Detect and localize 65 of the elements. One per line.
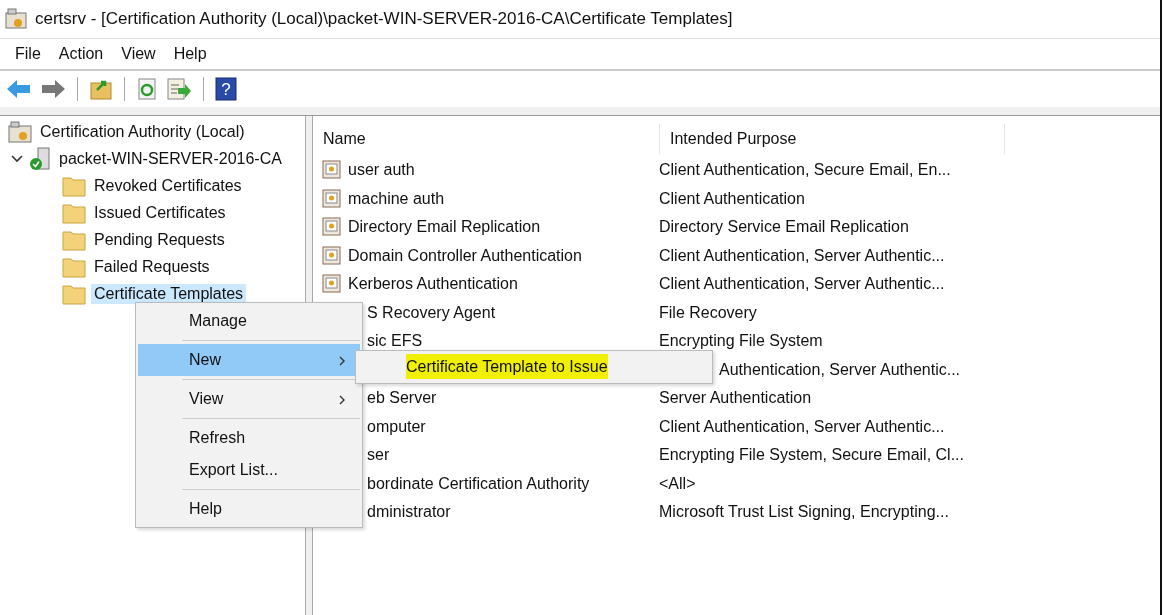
menu-item[interactable]: Manage [138, 305, 360, 337]
chevron-icon[interactable] [10, 153, 24, 164]
table-cell: Encrypting File System [659, 332, 823, 351]
table-cell: Client Authentication, Server Authentic... [659, 246, 945, 265]
table-cell: bordinate Certification Authority [367, 474, 590, 493]
table-cell: Authentication, Server Authentic... [719, 360, 961, 379]
table-cell: Microsoft Trust List Signing, Encrypting... [659, 503, 949, 522]
back-arrow-icon[interactable] [6, 78, 32, 100]
table-cell: Directory Email Replication [348, 218, 541, 237]
server-icon [29, 146, 51, 171]
table-cell: Client Authentication, Server Authentic... [659, 275, 945, 294]
table-cell: user auth [348, 161, 415, 180]
tree-item[interactable]: Pending Requests [91, 229, 228, 250]
table-cell: Client Authentication, Secure Email, En... [659, 161, 951, 180]
table-cell: Domain Controller Authentication [348, 246, 582, 265]
table-cell: dministrator [367, 503, 451, 522]
folder-icon [62, 228, 86, 251]
certificate-authority-icon [8, 120, 32, 143]
column-header[interactable]: Name [313, 124, 660, 154]
table-cell: Client Authentication [659, 189, 805, 208]
table-cell: File Recovery [659, 303, 757, 322]
folder-icon [62, 174, 86, 197]
tree-item[interactable]: Issued Certificates [91, 202, 229, 223]
column-header[interactable]: Intended Purpose [660, 124, 1005, 154]
forward-arrow-icon[interactable] [40, 78, 66, 100]
tree-item[interactable]: Revoked Certificates [91, 175, 245, 196]
table-cell: S Recovery Agent [367, 303, 496, 322]
tree-item[interactable]: packet-WIN-SERVER-2016-CA [56, 148, 285, 169]
template-icon [322, 274, 342, 295]
template-icon [322, 188, 342, 209]
folder-icon[interactable] [89, 78, 113, 100]
menu-item[interactable]: View [112, 45, 165, 63]
table-cell: Directory Service Email Replication [659, 218, 909, 237]
export-list-icon[interactable] [166, 78, 192, 100]
tree-item[interactable]: Failed Requests [91, 256, 213, 277]
menu-item[interactable]: Refresh [138, 422, 360, 454]
template-icon [322, 245, 342, 266]
refresh-icon[interactable] [136, 78, 158, 100]
template-icon [322, 160, 342, 181]
tree-item[interactable]: Certification Authority (Local) [37, 121, 248, 142]
table-cell: Kerberos Authentication [348, 275, 518, 294]
menu-item[interactable]: Help [164, 45, 216, 63]
menu-item[interactable]: File [6, 45, 50, 63]
folder-icon [62, 282, 86, 305]
table-cell: ser [367, 446, 390, 465]
menu-item[interactable]: Action [49, 45, 113, 63]
menu-item[interactable]: Help [138, 493, 360, 525]
help-icon[interactable]: ? [215, 77, 237, 101]
table-cell: Client Authentication, Server Authentic... [659, 417, 945, 436]
table-cell: Encrypting File System, Secure Email, Cl... [659, 446, 964, 465]
table-cell: Server Authentication [659, 389, 812, 408]
table-cell: omputer [367, 417, 426, 436]
certificate-icon [5, 8, 27, 30]
table-cell: <All> [659, 474, 696, 493]
tree-item[interactable]: Certificate Templates [91, 283, 247, 304]
menu-item[interactable]: View [138, 383, 360, 415]
table-cell: sic EFS [367, 332, 423, 351]
menu-item[interactable]: New [138, 344, 360, 376]
window-title: certsrv - [Certification Authority (Local)\packet-WIN-SERVER-2016-CA\Certificate Templates] [35, 9, 733, 29]
table-cell: eb Server [367, 389, 437, 408]
table-cell: machine auth [348, 189, 445, 208]
folder-icon [62, 255, 86, 278]
folder-icon [62, 201, 86, 224]
menu-item[interactable]: Export List... [138, 454, 360, 486]
template-icon [322, 217, 342, 238]
